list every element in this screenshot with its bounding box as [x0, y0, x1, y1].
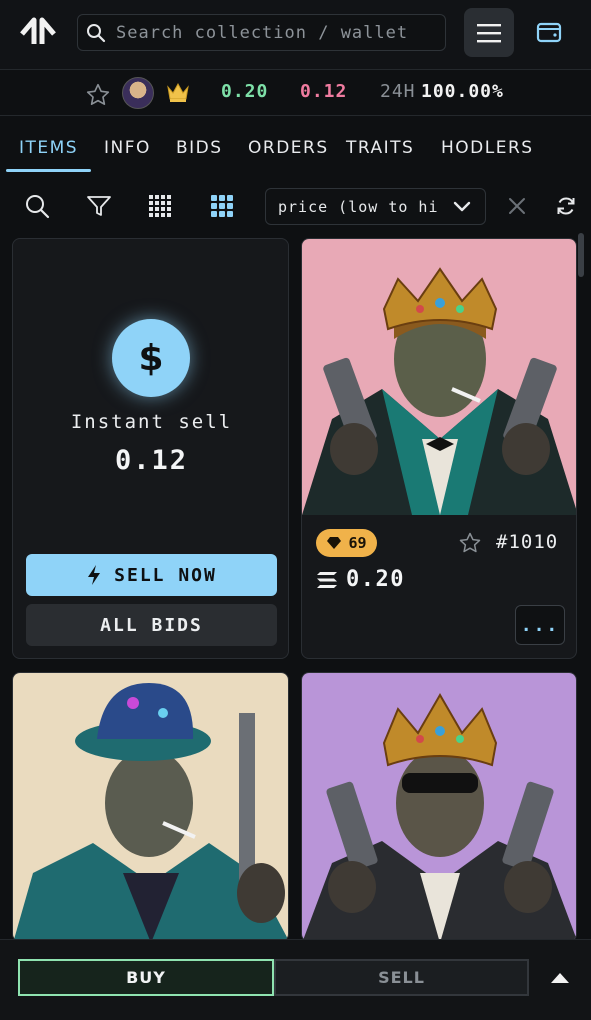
sell-now-label: SELL NOW: [114, 564, 217, 586]
crown-icon: [166, 81, 190, 103]
wallet-icon: [536, 22, 562, 43]
menu-button[interactable]: [464, 8, 514, 57]
nft-image[interactable]: [302, 239, 577, 515]
all-bids-button[interactable]: ALL BIDS: [26, 604, 277, 646]
grid-large-icon[interactable]: [208, 192, 236, 220]
sell-tab-button[interactable]: SELL: [274, 959, 529, 996]
grid-small-icon[interactable]: [146, 192, 174, 220]
refresh-icon[interactable]: [552, 192, 580, 220]
bottom-action-bar: BUY SELL: [0, 939, 591, 1020]
search-icon: [86, 23, 106, 43]
sort-dropdown[interactable]: price (low to hi: [265, 188, 486, 225]
tab-traits[interactable]: TRAITS: [346, 138, 414, 158]
scrollbar[interactable]: [578, 233, 584, 277]
lightning-icon: [88, 565, 101, 585]
active-tab-indicator: [6, 169, 91, 172]
change-24h-value: 100.00%: [421, 81, 504, 102]
favorite-star-icon[interactable]: [457, 531, 483, 555]
nft-price: 0.20: [346, 567, 405, 592]
nft-card[interactable]: 69 #1010 0.20 ...: [301, 238, 577, 659]
collection-tabs: ITEMS INFO BIDS ORDERS TRAITS HODLERS: [0, 128, 591, 174]
instant-sell-label: Instant sell: [70, 411, 233, 433]
tab-orders[interactable]: ORDERS: [248, 138, 329, 158]
nft-image[interactable]: [302, 673, 577, 942]
floor-price: 0.20: [221, 81, 269, 102]
change-24h-label: 24H: [380, 81, 416, 102]
nft-image[interactable]: [13, 673, 289, 942]
search-box[interactable]: [77, 14, 446, 51]
tab-info[interactable]: INFO: [104, 138, 151, 158]
tab-hodlers[interactable]: HODLERS: [441, 138, 534, 158]
diamond-icon: [327, 537, 342, 549]
buy-tab-button[interactable]: BUY: [18, 959, 274, 996]
hamburger-menu-icon: [477, 23, 501, 42]
sell-now-button[interactable]: SELL NOW: [26, 554, 277, 596]
collection-avatar[interactable]: [122, 77, 154, 109]
nft-card[interactable]: [301, 672, 577, 942]
chevron-down-icon: [453, 201, 471, 212]
solana-icon: [317, 572, 337, 588]
nft-id: #1010: [496, 531, 559, 553]
instant-sell-card: $ Instant sell 0.12 SELL NOW ALL BIDS: [12, 238, 289, 659]
wallet-button[interactable]: [527, 14, 571, 50]
filter-icon[interactable]: [85, 192, 113, 220]
sort-dropdown-value: price (low to hi: [278, 198, 439, 216]
instant-sell-value: 0.12: [114, 445, 189, 476]
more-options-button[interactable]: ...: [515, 605, 565, 645]
dollar-icon: $: [112, 319, 190, 397]
rarity-rank: 69: [348, 534, 367, 552]
search-icon[interactable]: [23, 192, 51, 220]
top-bar: [0, 0, 591, 70]
tab-bids[interactable]: BIDS: [176, 138, 223, 158]
nft-card[interactable]: [12, 672, 289, 942]
search-input[interactable]: [116, 21, 436, 45]
items-toolbar: price (low to hi: [0, 184, 591, 228]
brand-logo-icon[interactable]: [18, 14, 58, 50]
favorite-star-icon[interactable]: [85, 82, 111, 108]
rarity-badge: 69: [316, 529, 377, 557]
expand-up-icon[interactable]: [546, 968, 574, 988]
tab-items[interactable]: ITEMS: [19, 138, 78, 158]
clear-sort-icon[interactable]: [503, 192, 531, 220]
top-bid: 0.12: [300, 81, 348, 102]
